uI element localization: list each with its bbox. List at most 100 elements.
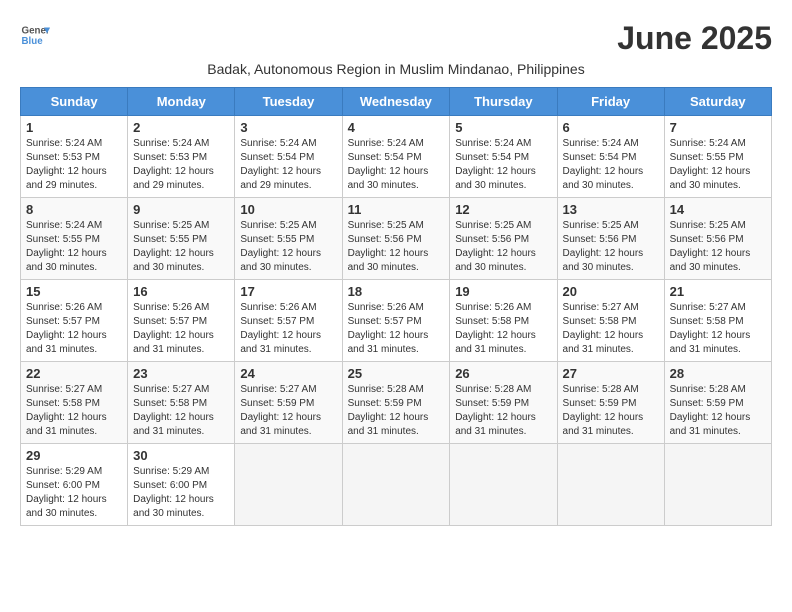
day-info: Sunrise: 5:28 AMSunset: 5:59 PMDaylight:… [563, 383, 659, 439]
day-info: Sunrise: 5:27 AMSunset: 5:58 PMDaylight:… [26, 383, 122, 439]
calendar-day: 3 Sunrise: 5:24 AMSunset: 5:54 PMDaylight… [235, 116, 342, 198]
svg-text:General: General [22, 26, 51, 37]
day-info: Sunrise: 5:29 AMSunset: 6:00 PMDaylight:… [133, 465, 229, 521]
calendar-day: 12 Sunrise: 5:25 AMSunset: 5:56 PMDayligh… [450, 198, 557, 280]
day-number: 11 [348, 202, 445, 217]
calendar-day: 18 Sunrise: 5:26 AMSunset: 5:57 PMDayligh… [342, 280, 450, 362]
page-header: General Blue June 2025 [20, 20, 772, 57]
day-info: Sunrise: 5:26 AMSunset: 5:57 PMDaylight:… [348, 301, 445, 357]
day-number: 18 [348, 284, 445, 299]
calendar-day: 15Sunrise: 5:26 AMSunset: 5:57 PMDayligh… [21, 280, 128, 362]
calendar-day: 13 Sunrise: 5:25 AMSunset: 5:56 PMDayligh… [557, 198, 664, 280]
day-info: Sunrise: 5:29 AMSunset: 6:00 PMDaylight:… [26, 465, 122, 521]
day-info: Sunrise: 5:26 AMSunset: 5:58 PMDaylight:… [455, 301, 551, 357]
day-number: 17 [240, 284, 336, 299]
day-info: Sunrise: 5:24 AMSunset: 5:53 PMDaylight:… [133, 137, 229, 193]
calendar-day: 29 Sunrise: 5:29 AMSunset: 6:00 PMDayligh… [21, 444, 128, 526]
day-number: 4 [348, 120, 445, 135]
day-info: Sunrise: 5:28 AMSunset: 5:59 PMDaylight:… [348, 383, 445, 439]
day-number: 21 [670, 284, 766, 299]
calendar-day: 19 Sunrise: 5:26 AMSunset: 5:58 PMDayligh… [450, 280, 557, 362]
day-info: Sunrise: 5:24 AMSunset: 5:54 PMDaylight:… [455, 137, 551, 193]
day-number: 12 [455, 202, 551, 217]
day-info: Sunrise: 5:25 AMSunset: 5:56 PMDaylight:… [563, 219, 659, 275]
calendar-day: 28Sunrise: 5:28 AMSunset: 5:59 PMDayligh… [664, 362, 771, 444]
calendar-day: 16 Sunrise: 5:26 AMSunset: 5:57 PMDayligh… [128, 280, 235, 362]
day-info: Sunrise: 5:24 AMSunset: 5:54 PMDaylight:… [240, 137, 336, 193]
calendar-day: 20Sunrise: 5:27 AMSunset: 5:58 PMDayligh… [557, 280, 664, 362]
calendar-day: 30Sunrise: 5:29 AMSunset: 6:00 PMDayligh… [128, 444, 235, 526]
day-info: Sunrise: 5:25 AMSunset: 5:56 PMDaylight:… [670, 219, 766, 275]
day-number: 23 [133, 366, 229, 381]
month-title: June 2025 [617, 20, 772, 57]
calendar-header-saturday: Saturday [664, 88, 771, 116]
day-number: 1 [26, 120, 122, 135]
day-info: Sunrise: 5:28 AMSunset: 5:59 PMDaylight:… [455, 383, 551, 439]
calendar-day: 1 Sunrise: 5:24 AMSunset: 5:53 PMDaylight… [21, 116, 128, 198]
calendar-day: 9 Sunrise: 5:25 AMSunset: 5:55 PMDaylight… [128, 198, 235, 280]
day-info: Sunrise: 5:26 AMSunset: 5:57 PMDaylight:… [133, 301, 229, 357]
page-subtitle: Badak, Autonomous Region in Muslim Minda… [20, 61, 772, 77]
calendar-header-row: SundayMondayTuesdayWednesdayThursdayFrid… [21, 88, 772, 116]
calendar-day [342, 444, 450, 526]
day-info: Sunrise: 5:24 AMSunset: 5:55 PMDaylight:… [670, 137, 766, 193]
day-info: Sunrise: 5:25 AMSunset: 5:56 PMDaylight:… [455, 219, 551, 275]
day-info: Sunrise: 5:27 AMSunset: 5:59 PMDaylight:… [240, 383, 336, 439]
calendar-day: 14 Sunrise: 5:25 AMSunset: 5:56 PMDayligh… [664, 198, 771, 280]
calendar-day: 10Sunrise: 5:25 AMSunset: 5:55 PMDayligh… [235, 198, 342, 280]
day-number: 22 [26, 366, 122, 381]
logo-icon: General Blue [20, 20, 50, 50]
calendar-day [235, 444, 342, 526]
day-number: 3 [240, 120, 336, 135]
calendar-day: 24 Sunrise: 5:27 AMSunset: 5:59 PMDayligh… [235, 362, 342, 444]
calendar-day [557, 444, 664, 526]
day-info: Sunrise: 5:27 AMSunset: 5:58 PMDaylight:… [670, 301, 766, 357]
day-info: Sunrise: 5:27 AMSunset: 5:58 PMDaylight:… [563, 301, 659, 357]
calendar-day: 5 Sunrise: 5:24 AMSunset: 5:54 PMDaylight… [450, 116, 557, 198]
calendar-day: 23 Sunrise: 5:27 AMSunset: 5:58 PMDayligh… [128, 362, 235, 444]
day-info: Sunrise: 5:24 AMSunset: 5:55 PMDaylight:… [26, 219, 122, 275]
day-info: Sunrise: 5:25 AMSunset: 5:55 PMDaylight:… [133, 219, 229, 275]
calendar-day: 27Sunrise: 5:28 AMSunset: 5:59 PMDayligh… [557, 362, 664, 444]
day-info: Sunrise: 5:25 AMSunset: 5:56 PMDaylight:… [348, 219, 445, 275]
calendar-day: 21 Sunrise: 5:27 AMSunset: 5:58 PMDayligh… [664, 280, 771, 362]
day-number: 16 [133, 284, 229, 299]
day-info: Sunrise: 5:28 AMSunset: 5:59 PMDaylight:… [670, 383, 766, 439]
day-number: 29 [26, 448, 122, 463]
calendar-header-sunday: Sunday [21, 88, 128, 116]
calendar-day: 7 Sunrise: 5:24 AMSunset: 5:55 PMDaylight… [664, 116, 771, 198]
day-number: 9 [133, 202, 229, 217]
day-number: 13 [563, 202, 659, 217]
day-number: 24 [240, 366, 336, 381]
calendar-day: 8Sunrise: 5:24 AMSunset: 5:55 PMDaylight… [21, 198, 128, 280]
calendar-header-monday: Monday [128, 88, 235, 116]
logo: General Blue [20, 20, 50, 50]
calendar-day: 17 Sunrise: 5:26 AMSunset: 5:57 PMDayligh… [235, 280, 342, 362]
day-info: Sunrise: 5:24 AMSunset: 5:54 PMDaylight:… [348, 137, 445, 193]
day-number: 26 [455, 366, 551, 381]
calendar-day [450, 444, 557, 526]
day-info: Sunrise: 5:26 AMSunset: 5:57 PMDaylight:… [240, 301, 336, 357]
calendar-day: 2 Sunrise: 5:24 AMSunset: 5:53 PMDaylight… [128, 116, 235, 198]
calendar-day: 22 Sunrise: 5:27 AMSunset: 5:58 PMDayligh… [21, 362, 128, 444]
calendar-header-friday: Friday [557, 88, 664, 116]
day-info: Sunrise: 5:27 AMSunset: 5:58 PMDaylight:… [133, 383, 229, 439]
day-number: 19 [455, 284, 551, 299]
day-number: 7 [670, 120, 766, 135]
day-info: Sunrise: 5:26 AMSunset: 5:57 PMDaylight:… [26, 301, 122, 357]
day-info: Sunrise: 5:24 AMSunset: 5:53 PMDaylight:… [26, 137, 122, 193]
calendar-day: 25 Sunrise: 5:28 AMSunset: 5:59 PMDayligh… [342, 362, 450, 444]
day-number: 14 [670, 202, 766, 217]
calendar-day [664, 444, 771, 526]
day-number: 6 [563, 120, 659, 135]
day-number: 5 [455, 120, 551, 135]
day-number: 2 [133, 120, 229, 135]
calendar-table: SundayMondayTuesdayWednesdayThursdayFrid… [20, 87, 772, 526]
calendar-header-wednesday: Wednesday [342, 88, 450, 116]
calendar-header-tuesday: Tuesday [235, 88, 342, 116]
calendar-header-thursday: Thursday [450, 88, 557, 116]
day-number: 10 [240, 202, 336, 217]
day-number: 25 [348, 366, 445, 381]
calendar-day: 6 Sunrise: 5:24 AMSunset: 5:54 PMDaylight… [557, 116, 664, 198]
day-info: Sunrise: 5:24 AMSunset: 5:54 PMDaylight:… [563, 137, 659, 193]
